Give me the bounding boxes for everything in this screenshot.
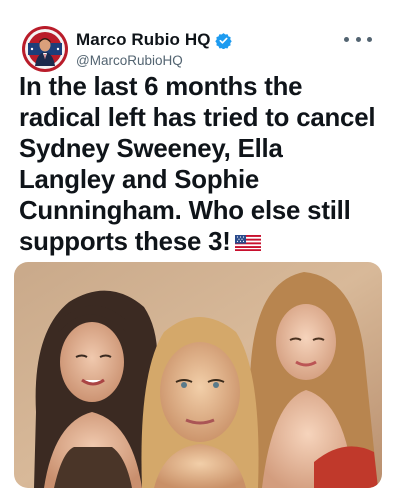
tweet-card: Marco Rubio HQ @MarcoRubioHQ In the last… xyxy=(0,0,394,500)
dot xyxy=(355,36,361,42)
author-block[interactable]: Marco Rubio HQ @MarcoRubioHQ xyxy=(76,30,232,68)
dot xyxy=(367,36,372,42)
tweet-text-content: In the last 6 months the radical left ha… xyxy=(19,73,376,256)
dot xyxy=(344,36,349,42)
photo-image xyxy=(14,262,382,488)
avatar[interactable] xyxy=(22,26,68,72)
tweet-text: In the last 6 months the radical left ha… xyxy=(19,72,381,258)
display-name[interactable]: Marco Rubio HQ xyxy=(76,30,211,50)
handle[interactable]: @MarcoRubioHQ xyxy=(76,53,232,68)
verified-badge-icon xyxy=(214,32,232,49)
more-options-icon[interactable] xyxy=(344,32,372,46)
avatar-image xyxy=(22,26,68,72)
us-flag-icon xyxy=(234,228,261,251)
tweet-media-photo[interactable] xyxy=(14,262,382,488)
